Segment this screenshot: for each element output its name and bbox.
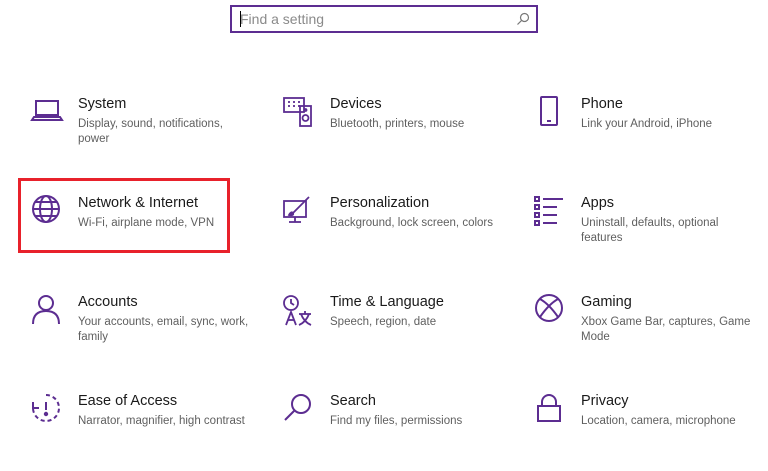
category-description: Find my files, permissions [330,415,463,427]
magnifier-icon [282,393,316,427]
category-title: Devices [330,96,382,112]
paintbrush-icon [282,195,316,229]
category-description: Display, sound, notifications, power [78,118,223,145]
category-system[interactable]: System Display, sound, notifications, po… [30,96,255,174]
search-box[interactable] [230,5,538,33]
phone-icon [533,96,567,130]
category-title: Apps [581,195,615,211]
category-title: System [78,96,127,112]
category-gaming[interactable]: Gaming Xbox Game Bar, captures, Game Mod… [533,294,758,372]
category-privacy[interactable]: Privacy Location, camera, microphone [533,393,758,471]
category-accounts[interactable]: Accounts Your accounts, email, sync, wor… [30,294,255,372]
text-caret [240,11,241,27]
category-title: Personalization [330,195,430,211]
globe-icon [30,195,64,229]
category-description: Wi-Fi, airplane mode, VPN [78,217,215,229]
keyboard-speaker-icon [282,96,316,130]
category-title: Time & Language [330,294,444,310]
person-icon [30,294,64,328]
ease-of-access-icon [30,393,64,427]
category-ease-of-access[interactable]: Ease of Access Narrator, magnifier, high… [30,393,255,471]
category-description: Narrator, magnifier, high contrast [78,415,245,427]
category-title: Privacy [581,393,629,409]
time-language-icon [282,294,316,328]
xbox-icon [533,294,567,328]
category-devices[interactable]: Devices Bluetooth, printers, mouse [282,96,507,174]
category-title: Network & Internet [78,195,199,211]
category-apps[interactable]: Apps Uninstall, defaults, optional featu… [533,195,758,273]
category-time-language[interactable]: Time & Language Speech, region, date [282,294,507,372]
category-description: Xbox Game Bar, captures, Game Mode [581,316,751,343]
search-icon[interactable] [516,12,530,26]
category-title: Phone [581,96,623,112]
apps-list-icon [533,195,567,229]
category-title: Gaming [581,294,632,310]
category-description: Background, lock screen, colors [330,217,493,229]
laptop-icon [30,96,64,130]
category-description: Uninstall, defaults, optional features [581,217,719,244]
search-input[interactable] [240,7,510,31]
category-title: Search [330,393,376,409]
lock-icon [533,393,567,427]
category-phone[interactable]: Phone Link your Android, iPhone [533,96,758,174]
category-search[interactable]: Search Find my files, permissions [282,393,507,471]
category-description: Speech, region, date [330,316,437,328]
category-network-internet[interactable]: Network & Internet Wi-Fi, airplane mode,… [30,195,255,273]
category-description: Your accounts, email, sync, work, family [78,316,249,343]
category-title: Accounts [78,294,138,310]
category-description: Link your Android, iPhone [581,118,713,130]
category-title: Ease of Access [78,393,178,409]
category-description: Bluetooth, printers, mouse [330,118,465,130]
category-personalization[interactable]: Personalization Background, lock screen,… [282,195,507,273]
category-description: Location, camera, microphone [581,415,736,427]
